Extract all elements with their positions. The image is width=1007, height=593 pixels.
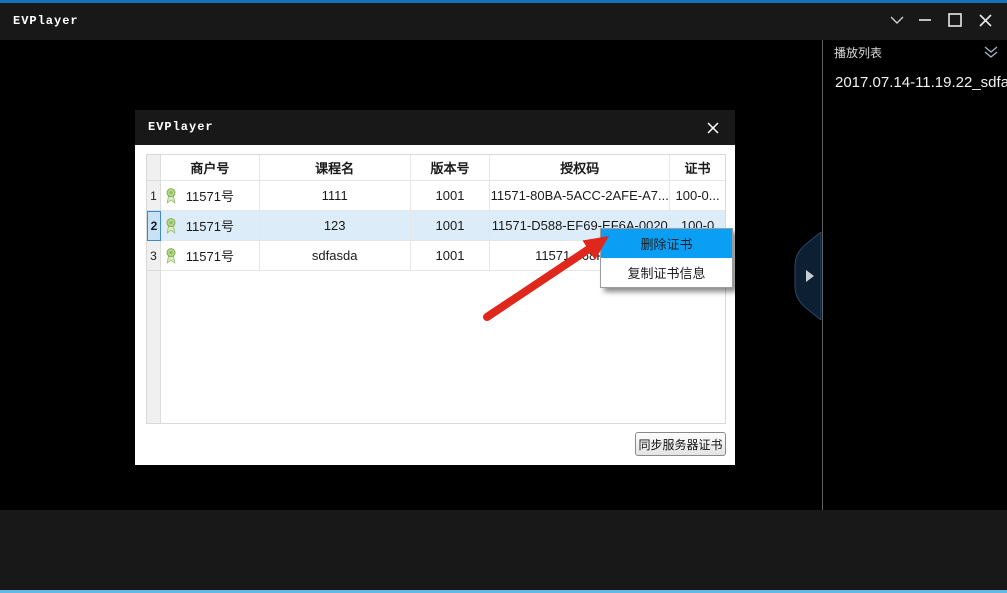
- dialog-close-icon[interactable]: [701, 116, 725, 140]
- sidebar-collapse-tab[interactable]: [794, 232, 822, 320]
- course-cell: 1111: [260, 181, 411, 211]
- playlist-item[interactable]: 2017.07.14-11.19.22_sdfas: [835, 74, 1007, 91]
- table-row[interactable]: 1 11571号 1111 1001 11571-80BA-5ACC-2AFE-…: [147, 181, 725, 211]
- version-cell: 1001: [411, 181, 491, 211]
- row-number-cell[interactable]: 2: [147, 211, 161, 241]
- version-cell: 1001: [411, 241, 491, 271]
- col-header-course[interactable]: 课程名: [260, 155, 411, 181]
- merchant-cell: 11571号: [161, 181, 260, 211]
- context-menu: 删除证书 复制证书信息: [600, 228, 733, 288]
- merchant-value: 11571号: [186, 216, 234, 235]
- close-button[interactable]: [972, 8, 998, 32]
- row-number-cell[interactable]: 3: [147, 241, 161, 271]
- col-header-cert[interactable]: 证书: [670, 155, 725, 181]
- double-chevron-down-icon[interactable]: [984, 46, 998, 64]
- course-cell: 123: [260, 211, 411, 241]
- menu-item-delete-cert[interactable]: 删除证书: [601, 229, 732, 258]
- merchant-cell: 11571号: [161, 211, 260, 241]
- window-titlebar[interactable]: EVPlayer: [0, 3, 1007, 40]
- certificate-medal-icon: [165, 218, 177, 237]
- table-header-row: 商户号 课程名 版本号 授权码 证书: [147, 155, 725, 181]
- corner-header-cell: [147, 155, 161, 181]
- menu-item-copy-cert-info[interactable]: 复制证书信息: [601, 258, 732, 287]
- chevron-down-icon[interactable]: [884, 8, 910, 32]
- minimize-button[interactable]: [912, 8, 938, 32]
- window-title: EVPlayer: [13, 14, 79, 28]
- col-header-version[interactable]: 版本号: [411, 155, 491, 181]
- merchant-cell: 11571号: [161, 241, 260, 271]
- merchant-value: 11571号: [186, 246, 234, 265]
- row-number-cell[interactable]: 1: [147, 181, 161, 211]
- version-cell: 1001: [411, 211, 491, 241]
- player-control-bar: 1.0x 1.0x 00:00/00:00: [0, 510, 1007, 590]
- certificate-medal-icon: [165, 188, 177, 207]
- col-header-merchant[interactable]: 商户号: [161, 155, 260, 181]
- cert-cell: 100-0...: [670, 181, 725, 211]
- merchant-value: 11571号: [186, 186, 234, 205]
- playlist-header: 播放列表: [834, 44, 882, 61]
- playlist-sidebar: 播放列表 2017.07.14-11.19.22_sdfas: [822, 40, 1007, 510]
- certificate-table: 商户号 课程名 版本号 授权码 证书 1 11571号 1111 1001 11…: [146, 154, 726, 424]
- sync-server-cert-button[interactable]: 同步服务器证书: [635, 432, 726, 456]
- auth-cell: 11571-80BA-5ACC-2AFE-A7...: [490, 181, 670, 211]
- maximize-button[interactable]: [942, 8, 968, 32]
- dialog-titlebar[interactable]: EVPlayer: [135, 110, 735, 145]
- col-header-auth[interactable]: 授权码: [490, 155, 670, 181]
- dialog-title: EVPlayer: [148, 120, 214, 134]
- evplayer-window: EVPlayer 播放列表 2017.07.14-11.19.22_sdfas …: [0, 0, 1007, 593]
- certificate-medal-icon: [165, 248, 177, 267]
- course-cell: sdfasda: [260, 241, 411, 271]
